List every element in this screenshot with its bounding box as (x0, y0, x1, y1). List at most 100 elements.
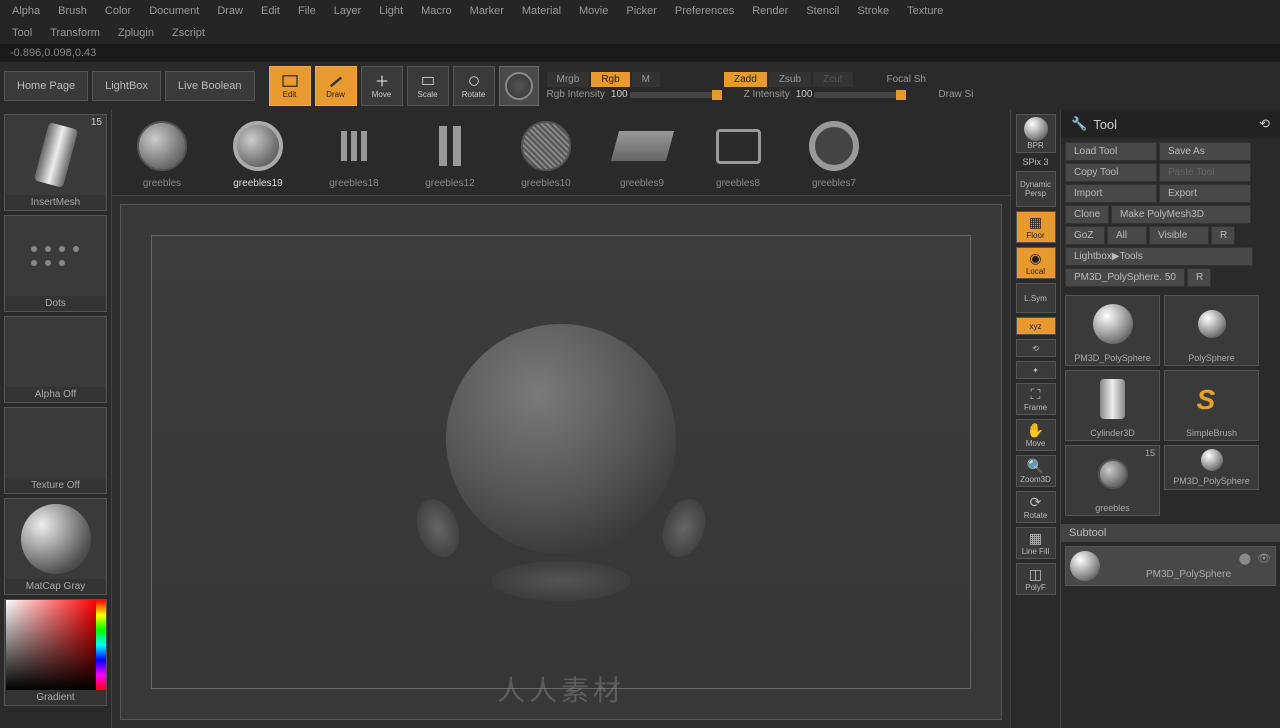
alpha-selector[interactable]: Alpha Off (4, 316, 107, 403)
bpr-button[interactable]: BPR (1016, 114, 1056, 153)
color-selector[interactable]: Gradient (4, 599, 107, 706)
zadd-button[interactable]: Zadd (724, 72, 767, 87)
move-mode-button[interactable]: Move (361, 66, 403, 106)
color-picker[interactable] (6, 600, 96, 690)
rotate-view-button[interactable]: ⟳Rotate (1016, 491, 1056, 523)
menu-alpha[interactable]: Alpha (4, 2, 48, 20)
tool-item[interactable]: PM3D_PolySphere (1065, 295, 1160, 366)
menu-preferences[interactable]: Preferences (667, 2, 742, 20)
paste-tool-button[interactable]: Paste Tool (1159, 163, 1251, 182)
greeble-item[interactable]: greebles9 (598, 116, 686, 189)
greeble-item[interactable]: greebles12 (406, 116, 494, 189)
polyf-button[interactable]: ◫PolyF (1016, 563, 1056, 595)
frame-icon: ⛶ (1031, 386, 1041, 403)
greeble-item[interactable]: greebles10 (502, 116, 590, 189)
tool-item[interactable]: PM3D_PolySphere (1164, 445, 1259, 490)
rgb-button[interactable]: Rgb (591, 72, 629, 87)
xyz-button[interactable]: xyz (1016, 317, 1056, 335)
axis-lock-button[interactable]: ⟲ (1016, 339, 1056, 357)
paint-toggle-icon[interactable]: ⬤ (1239, 552, 1251, 565)
clone-button[interactable]: Clone (1065, 205, 1109, 224)
material-selector[interactable]: MatCap Gray (4, 498, 107, 595)
menu-edit[interactable]: Edit (253, 2, 288, 20)
save-as-button[interactable]: Save As (1159, 142, 1251, 161)
menu-material[interactable]: Material (514, 2, 569, 20)
rotate-mode-button[interactable]: Rotate (453, 66, 495, 106)
move-view-button[interactable]: ✋Move (1016, 419, 1056, 451)
home-page-button[interactable]: Home Page (4, 71, 88, 101)
menu-transform[interactable]: Transform (42, 24, 108, 42)
refresh-icon[interactable]: ⟲ (1259, 116, 1270, 132)
menu-picker[interactable]: Picker (618, 2, 665, 20)
current-brush-icon[interactable] (499, 66, 539, 106)
greeble-item[interactable]: greebles19 (214, 116, 302, 189)
copy-tool-button[interactable]: Copy Tool (1065, 163, 1157, 182)
tool-item[interactable]: Cylinder3D (1065, 370, 1160, 441)
goz-all-button[interactable]: All (1107, 226, 1147, 245)
axis-button[interactable]: ✦ (1016, 361, 1056, 379)
goz-r-button[interactable]: R (1211, 226, 1235, 245)
tool-item[interactable]: PolySphere (1164, 295, 1259, 366)
lsym-button[interactable]: L.Sym (1016, 283, 1056, 313)
hue-slider[interactable] (96, 600, 106, 690)
tool-name-field[interactable]: PM3D_PolySphere.50 (1065, 268, 1185, 287)
tool-item[interactable]: SSimpleBrush (1164, 370, 1259, 441)
menu-macro[interactable]: Macro (413, 2, 460, 20)
menu-brush[interactable]: Brush (50, 2, 95, 20)
menu-light[interactable]: Light (371, 2, 411, 20)
local-button[interactable]: ◉Local (1016, 247, 1056, 279)
make-polymesh-button[interactable]: Make PolyMesh3D (1111, 205, 1251, 224)
lightbox-button[interactable]: LightBox (92, 71, 161, 101)
menu-layer[interactable]: Layer (326, 2, 370, 20)
menu-color[interactable]: Color (97, 2, 139, 20)
greeble-item[interactable]: greebles7 (790, 116, 878, 189)
zoom-button[interactable]: 🔍Zoom3D (1016, 455, 1056, 487)
menu-stencil[interactable]: Stencil (798, 2, 847, 20)
subtool-header[interactable]: Subtool (1061, 524, 1280, 542)
floor-button[interactable]: ▦Floor (1016, 211, 1056, 243)
brush-selector[interactable]: 15 InsertMesh (4, 114, 107, 211)
menu-zplugin[interactable]: Zplugin (110, 24, 162, 42)
menu-movie[interactable]: Movie (571, 2, 616, 20)
rgb-intensity-slider[interactable] (630, 92, 720, 98)
menu-zscript[interactable]: Zscript (164, 24, 213, 42)
goz-button[interactable]: GoZ (1065, 226, 1105, 245)
greeble-item[interactable]: greebles18 (310, 116, 398, 189)
m-button[interactable]: M (632, 72, 660, 87)
mrgb-button[interactable]: Mrgb (547, 72, 590, 87)
greeble-item[interactable]: greebles8 (694, 116, 782, 189)
zcut-button[interactable]: Zcut (813, 72, 852, 87)
load-tool-button[interactable]: Load Tool (1065, 142, 1157, 161)
main-menu-2: Tool Transform Zplugin Zscript (0, 22, 1280, 44)
tool-r-button[interactable]: R (1187, 268, 1211, 287)
z-intensity-slider[interactable] (814, 92, 904, 98)
menu-document[interactable]: Document (141, 2, 207, 20)
zsub-button[interactable]: Zsub (769, 72, 811, 87)
edit-mode-button[interactable]: Edit (269, 66, 311, 106)
menu-render[interactable]: Render (744, 2, 796, 20)
menu-texture[interactable]: Texture (899, 2, 951, 20)
draw-mode-button[interactable]: Draw (315, 66, 357, 106)
menu-tool[interactable]: Tool (4, 24, 40, 42)
menu-marker[interactable]: Marker (462, 2, 512, 20)
subtool-item[interactable]: ⬤ 👁 PM3D_PolySphere (1065, 546, 1276, 586)
tool-item[interactable]: 15greebles (1065, 445, 1160, 516)
frame-button[interactable]: ⛶Frame (1016, 383, 1056, 415)
lightbox-tools-button[interactable]: Lightbox▶Tools (1065, 247, 1253, 266)
linefill-button[interactable]: ▦Line Fill (1016, 527, 1056, 559)
goz-visible-button[interactable]: Visible (1149, 226, 1209, 245)
live-boolean-button[interactable]: Live Boolean (165, 71, 255, 101)
dynamic-button[interactable]: DynamicPersp (1016, 171, 1056, 207)
menu-file[interactable]: File (290, 2, 324, 20)
menu-stroke[interactable]: Stroke (849, 2, 897, 20)
stroke-selector[interactable]: Dots (4, 215, 107, 312)
export-button[interactable]: Export (1159, 184, 1251, 203)
texture-selector[interactable]: Texture Off (4, 407, 107, 494)
scale-mode-button[interactable]: Scale (407, 66, 449, 106)
menu-draw[interactable]: Draw (209, 2, 251, 20)
tool-panel-header[interactable]: 🔧 Tool ⟲ (1061, 110, 1280, 138)
greeble-item[interactable]: greebles (118, 116, 206, 189)
visibility-toggle-icon[interactable]: 👁 (1257, 552, 1271, 565)
viewport[interactable]: 人人素材 (120, 204, 1002, 720)
import-button[interactable]: Import (1065, 184, 1157, 203)
